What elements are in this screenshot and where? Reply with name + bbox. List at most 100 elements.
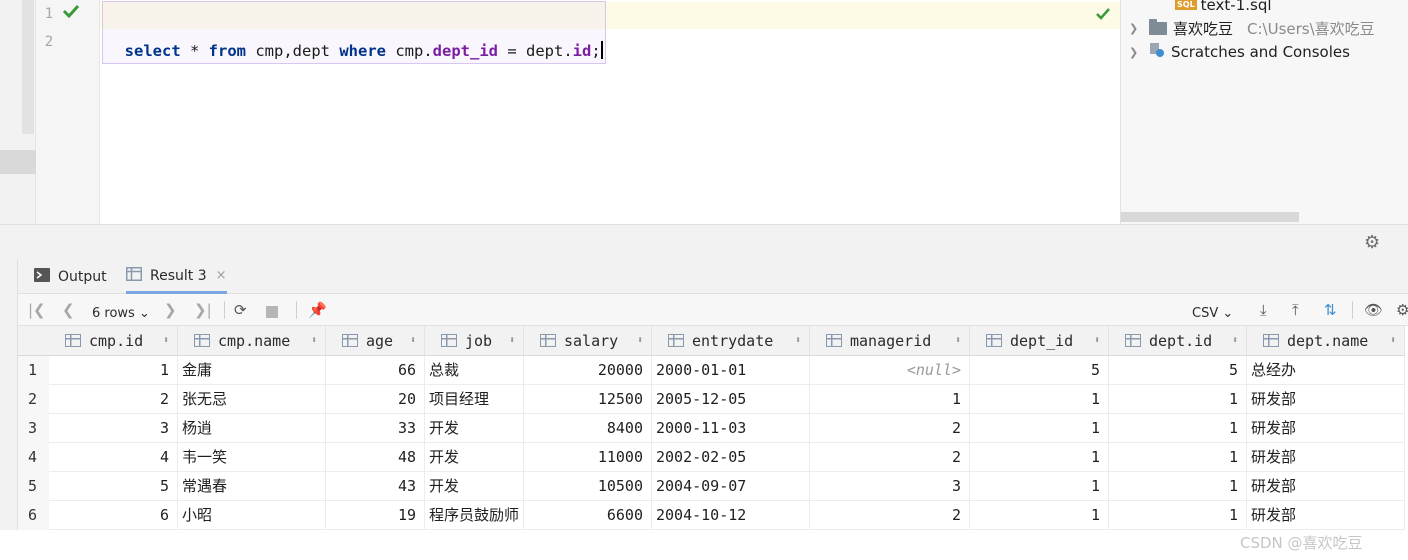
table-cell[interactable]: 6 xyxy=(49,501,178,530)
table-cell[interactable]: 2 xyxy=(810,501,970,530)
table-cell[interactable]: 5 xyxy=(970,356,1109,385)
table-cell[interactable]: 1 xyxy=(1109,414,1247,443)
gear-icon[interactable]: ⚙ xyxy=(1364,232,1380,253)
compare-icon[interactable]: ⇅ xyxy=(1324,300,1337,320)
upload-icon[interactable]: ⤒ xyxy=(1292,300,1299,320)
column-header[interactable]: age ⬍ xyxy=(326,326,425,356)
refresh-icon[interactable]: ⟳ xyxy=(234,300,247,320)
table-cell[interactable]: 研发部 xyxy=(1247,443,1405,472)
row-number[interactable]: 2 xyxy=(18,385,49,414)
table-cell[interactable]: 开发 xyxy=(425,443,524,472)
next-page-icon[interactable]: ❯ xyxy=(164,300,177,320)
table-cell[interactable]: 4 xyxy=(49,443,178,472)
sort-icon[interactable]: ⬍ xyxy=(955,335,961,346)
table-cell[interactable]: 3 xyxy=(810,472,970,501)
table-cell[interactable]: 2000-11-03 xyxy=(652,414,810,443)
table-cell[interactable]: 2 xyxy=(810,443,970,472)
table-cell[interactable]: 6600 xyxy=(524,501,652,530)
table-cell[interactable]: 1 xyxy=(970,501,1109,530)
column-header[interactable]: cmp.id ⬍ xyxy=(49,326,178,356)
table-cell[interactable]: 11000 xyxy=(524,443,652,472)
table-cell[interactable]: 总裁 xyxy=(425,356,524,385)
table-cell[interactable]: 杨逍 xyxy=(178,414,326,443)
tab-output[interactable]: Output xyxy=(34,260,107,294)
eye-icon[interactable]: 👁 xyxy=(1364,300,1383,320)
table-cell[interactable]: 1 xyxy=(970,443,1109,472)
table-cell[interactable]: 韦一笑 xyxy=(178,443,326,472)
table-cell[interactable]: 研发部 xyxy=(1247,501,1405,530)
table-cell[interactable]: 66 xyxy=(326,356,425,385)
pin-icon[interactable]: 📌 xyxy=(308,300,327,320)
download-icon[interactable]: ⤓ xyxy=(1260,300,1267,320)
table-cell[interactable]: 10500 xyxy=(524,472,652,501)
sort-icon[interactable]: ⬍ xyxy=(311,335,317,346)
column-header[interactable]: job ⬍ xyxy=(425,326,524,356)
export-format-select[interactable]: CSV ⌄ xyxy=(1192,304,1233,324)
sort-icon[interactable]: ⬍ xyxy=(1232,335,1238,346)
column-header[interactable]: managerid ⬍ xyxy=(810,326,970,356)
close-icon[interactable]: × xyxy=(216,268,227,283)
first-page-icon[interactable]: |❮ xyxy=(28,300,46,320)
column-header[interactable]: dept.name ⬍ xyxy=(1247,326,1405,356)
table-cell[interactable]: 常遇春 xyxy=(178,472,326,501)
column-header[interactable]: dept_id ⬍ xyxy=(970,326,1109,356)
table-cell[interactable]: 1 xyxy=(810,385,970,414)
table-cell[interactable]: 2 xyxy=(49,385,178,414)
prev-page-icon[interactable]: ❮ xyxy=(62,300,75,320)
table-cell[interactable]: <null> xyxy=(810,356,970,385)
sort-icon[interactable]: ⬍ xyxy=(1390,335,1396,346)
chevron-right-icon[interactable]: ❯ xyxy=(1129,22,1139,35)
tree-hscroll-thumb[interactable] xyxy=(1121,212,1299,222)
table-cell[interactable]: 33 xyxy=(326,414,425,443)
editor-scroll-thumb[interactable] xyxy=(22,0,34,134)
table-cell[interactable]: 1 xyxy=(1109,443,1247,472)
table-cell[interactable]: 2002-02-05 xyxy=(652,443,810,472)
sql-statement[interactable]: select * from cmp,dept where cmp.dept_id… xyxy=(102,1,606,64)
tree-file-item[interactable]: SQL text-1.sql xyxy=(1175,0,1272,16)
row-number[interactable]: 6 xyxy=(18,501,49,530)
table-cell[interactable]: 20000 xyxy=(524,356,652,385)
sort-icon[interactable]: ⬍ xyxy=(1094,335,1100,346)
table-cell[interactable]: 1 xyxy=(970,472,1109,501)
sort-icon[interactable]: ⬍ xyxy=(163,335,169,346)
table-cell[interactable]: 1 xyxy=(1109,472,1247,501)
column-header[interactable]: entrydate ⬍ xyxy=(652,326,810,356)
column-header[interactable]: salary ⬍ xyxy=(524,326,652,356)
table-cell[interactable]: 19 xyxy=(326,501,425,530)
table-cell[interactable]: 2 xyxy=(810,414,970,443)
table-cell[interactable]: 张无忌 xyxy=(178,385,326,414)
row-number[interactable]: 4 xyxy=(18,443,49,472)
table-cell[interactable]: 研发部 xyxy=(1247,414,1405,443)
table-cell[interactable]: 1 xyxy=(1109,501,1247,530)
row-number[interactable]: 5 xyxy=(18,472,49,501)
table-cell[interactable]: 3 xyxy=(49,414,178,443)
sort-icon[interactable]: ⬍ xyxy=(637,335,643,346)
tab-result[interactable]: Result 3 × xyxy=(126,260,227,294)
settings-icon[interactable]: ⚙ xyxy=(1396,300,1408,320)
stop-icon[interactable] xyxy=(266,303,278,323)
inspection-ok-icon[interactable] xyxy=(1096,8,1110,24)
column-header[interactable]: dept.id ⬍ xyxy=(1109,326,1247,356)
sort-icon[interactable]: ⬍ xyxy=(509,335,515,346)
table-cell[interactable]: 1 xyxy=(970,414,1109,443)
table-cell[interactable]: 8400 xyxy=(524,414,652,443)
sort-icon[interactable]: ⬍ xyxy=(410,335,416,346)
table-cell[interactable]: 2000-01-01 xyxy=(652,356,810,385)
table-cell[interactable]: 研发部 xyxy=(1247,472,1405,501)
row-number[interactable]: 3 xyxy=(18,414,49,443)
table-cell[interactable]: 43 xyxy=(326,472,425,501)
column-header[interactable]: cmp.name ⬍ xyxy=(178,326,326,356)
table-cell[interactable]: 5 xyxy=(49,472,178,501)
rows-count-select[interactable]: 6 rows ⌄ xyxy=(92,304,150,324)
tree-scratches-item[interactable]: ❯ Scratches and Consoles xyxy=(1121,41,1350,63)
table-cell[interactable]: 程序员鼓励师 xyxy=(425,501,524,530)
row-number[interactable]: 1 xyxy=(18,356,49,385)
table-cell[interactable]: 5 xyxy=(1109,356,1247,385)
table-cell[interactable]: 20 xyxy=(326,385,425,414)
last-page-icon[interactable]: ❯| xyxy=(194,300,212,320)
table-cell[interactable]: 总经办 xyxy=(1247,356,1405,385)
sort-icon[interactable]: ⬍ xyxy=(795,335,801,346)
table-cell[interactable]: 48 xyxy=(326,443,425,472)
table-cell[interactable]: 研发部 xyxy=(1247,385,1405,414)
panel-divider[interactable] xyxy=(0,224,1408,260)
